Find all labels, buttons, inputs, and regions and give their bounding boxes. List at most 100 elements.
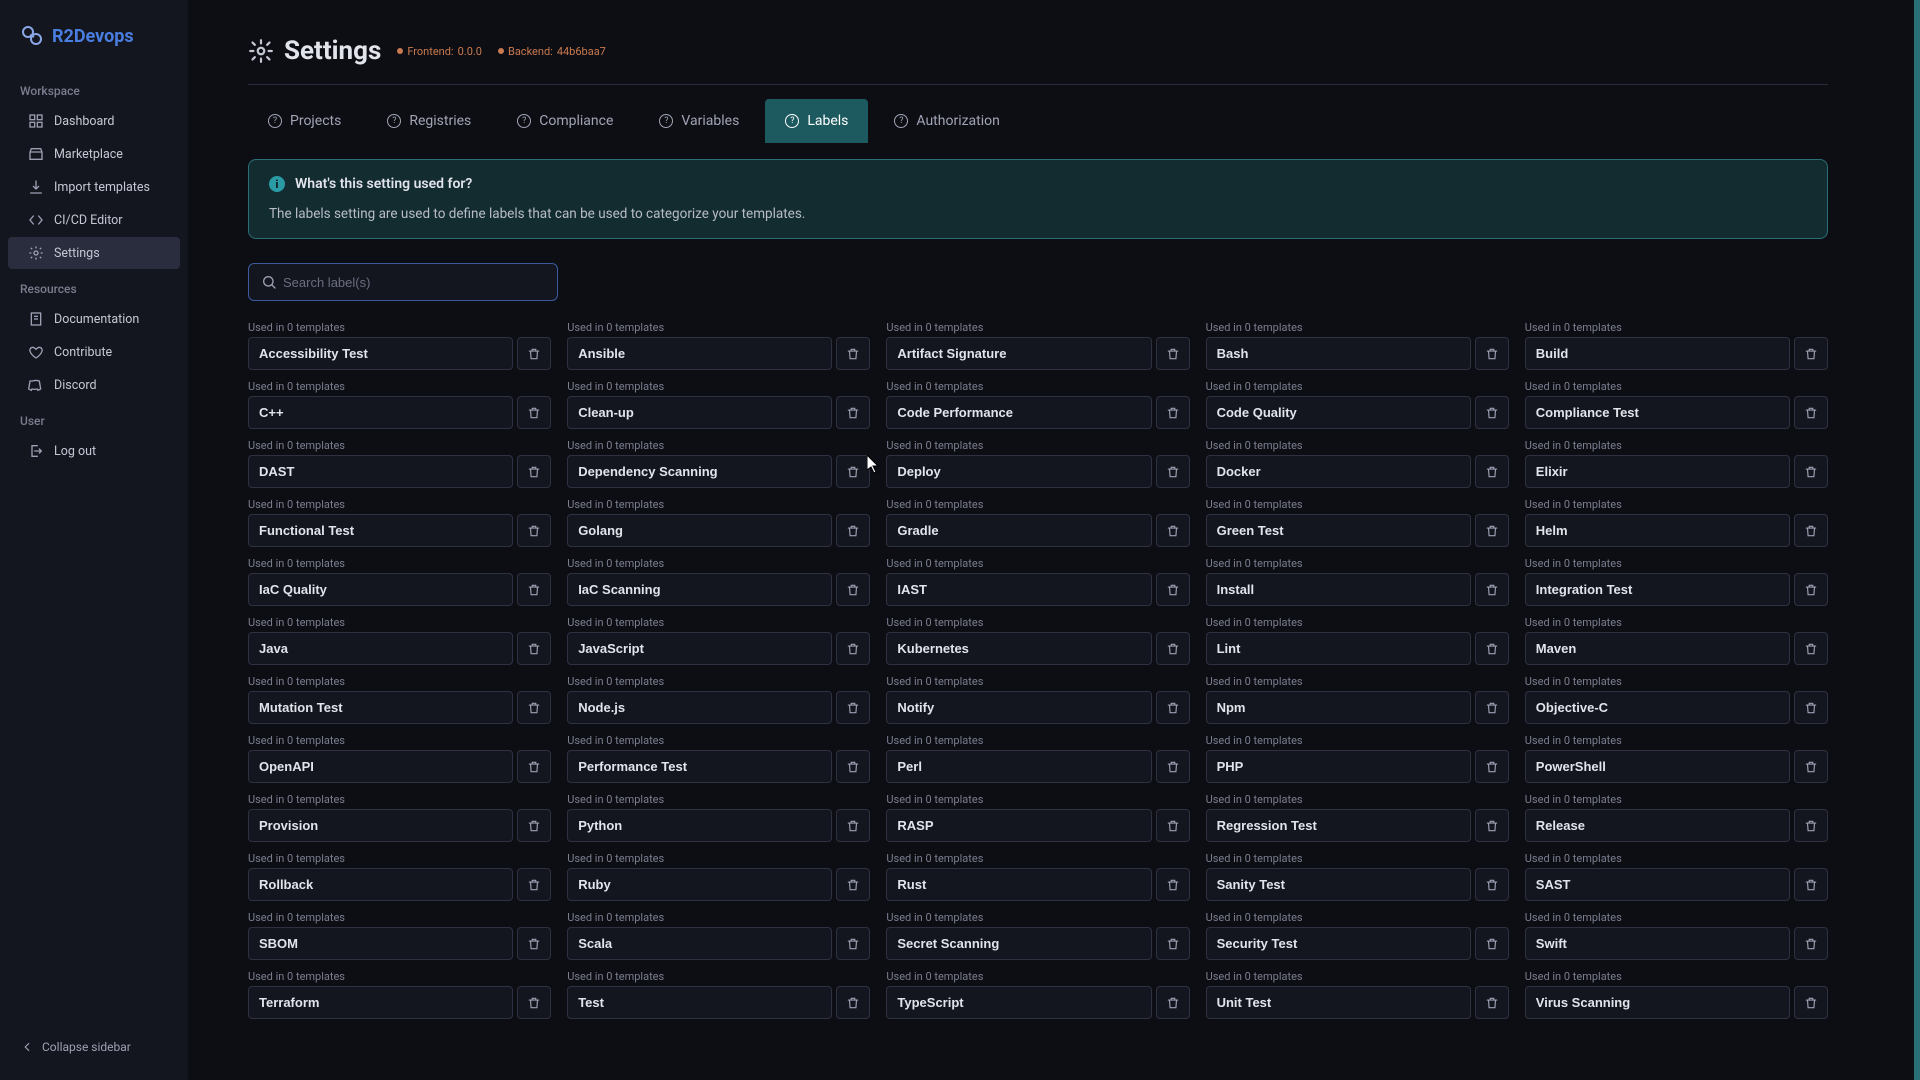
delete-label-button[interactable]: [517, 337, 551, 370]
label-input[interactable]: [886, 337, 1151, 370]
label-input[interactable]: [1525, 986, 1790, 1019]
delete-label-button[interactable]: [517, 691, 551, 724]
tab-projects[interactable]: ?Projects: [248, 99, 361, 143]
delete-label-button[interactable]: [1475, 632, 1509, 665]
delete-label-button[interactable]: [1156, 986, 1190, 1019]
label-input[interactable]: [248, 986, 513, 1019]
label-input[interactable]: [1206, 455, 1471, 488]
label-input[interactable]: [248, 337, 513, 370]
label-input[interactable]: [1206, 986, 1471, 1019]
delete-label-button[interactable]: [1794, 750, 1828, 783]
label-input[interactable]: [1206, 396, 1471, 429]
delete-label-button[interactable]: [1794, 691, 1828, 724]
delete-label-button[interactable]: [836, 455, 870, 488]
delete-label-button[interactable]: [1475, 396, 1509, 429]
label-input[interactable]: [248, 632, 513, 665]
label-input[interactable]: [248, 573, 513, 606]
label-input[interactable]: [1206, 750, 1471, 783]
label-input[interactable]: [567, 514, 832, 547]
delete-label-button[interactable]: [517, 809, 551, 842]
delete-label-button[interactable]: [836, 750, 870, 783]
label-input[interactable]: [886, 514, 1151, 547]
delete-label-button[interactable]: [1475, 514, 1509, 547]
label-input[interactable]: [567, 750, 832, 783]
label-input[interactable]: [1206, 337, 1471, 370]
delete-label-button[interactable]: [836, 868, 870, 901]
delete-label-button[interactable]: [1794, 809, 1828, 842]
delete-label-button[interactable]: [1794, 986, 1828, 1019]
label-input[interactable]: [886, 632, 1151, 665]
label-input[interactable]: [248, 514, 513, 547]
delete-label-button[interactable]: [517, 986, 551, 1019]
label-input[interactable]: [1525, 514, 1790, 547]
label-input[interactable]: [1525, 927, 1790, 960]
delete-label-button[interactable]: [1794, 573, 1828, 606]
delete-label-button[interactable]: [1794, 337, 1828, 370]
label-input[interactable]: [248, 691, 513, 724]
delete-label-button[interactable]: [836, 396, 870, 429]
label-input[interactable]: [886, 455, 1151, 488]
label-input[interactable]: [1206, 573, 1471, 606]
label-input[interactable]: [567, 927, 832, 960]
sidebar-item-log-out[interactable]: Log out: [8, 435, 180, 467]
label-input[interactable]: [1206, 632, 1471, 665]
label-input[interactable]: [248, 396, 513, 429]
label-input[interactable]: [248, 868, 513, 901]
delete-label-button[interactable]: [1475, 691, 1509, 724]
delete-label-button[interactable]: [1794, 455, 1828, 488]
delete-label-button[interactable]: [1156, 750, 1190, 783]
sidebar-item-ci-cd-editor[interactable]: CI/CD Editor: [8, 204, 180, 236]
label-input[interactable]: [567, 632, 832, 665]
label-input[interactable]: [886, 396, 1151, 429]
tab-compliance[interactable]: ?Compliance: [497, 99, 633, 143]
tab-labels[interactable]: ?Labels: [765, 99, 868, 143]
label-input[interactable]: [567, 691, 832, 724]
label-input[interactable]: [567, 455, 832, 488]
delete-label-button[interactable]: [836, 927, 870, 960]
delete-label-button[interactable]: [517, 573, 551, 606]
label-input[interactable]: [1206, 927, 1471, 960]
delete-label-button[interactable]: [517, 455, 551, 488]
delete-label-button[interactable]: [1794, 632, 1828, 665]
label-input[interactable]: [248, 927, 513, 960]
tab-variables[interactable]: ?Variables: [639, 99, 759, 143]
label-input[interactable]: [1525, 337, 1790, 370]
delete-label-button[interactable]: [517, 750, 551, 783]
label-input[interactable]: [248, 750, 513, 783]
delete-label-button[interactable]: [1475, 986, 1509, 1019]
label-input[interactable]: [567, 986, 832, 1019]
delete-label-button[interactable]: [1794, 396, 1828, 429]
delete-label-button[interactable]: [1794, 514, 1828, 547]
label-input[interactable]: [886, 573, 1151, 606]
delete-label-button[interactable]: [1794, 927, 1828, 960]
delete-label-button[interactable]: [1794, 868, 1828, 901]
delete-label-button[interactable]: [836, 337, 870, 370]
delete-label-button[interactable]: [517, 396, 551, 429]
delete-label-button[interactable]: [1475, 809, 1509, 842]
delete-label-button[interactable]: [517, 632, 551, 665]
logo[interactable]: R2Devops: [0, 16, 188, 72]
search-input[interactable]: [283, 275, 545, 290]
label-input[interactable]: [886, 868, 1151, 901]
label-input[interactable]: [886, 986, 1151, 1019]
label-input[interactable]: [1206, 514, 1471, 547]
delete-label-button[interactable]: [1156, 455, 1190, 488]
delete-label-button[interactable]: [1475, 455, 1509, 488]
label-input[interactable]: [248, 809, 513, 842]
label-input[interactable]: [1525, 691, 1790, 724]
delete-label-button[interactable]: [836, 986, 870, 1019]
delete-label-button[interactable]: [836, 632, 870, 665]
delete-label-button[interactable]: [517, 868, 551, 901]
delete-label-button[interactable]: [836, 691, 870, 724]
delete-label-button[interactable]: [517, 514, 551, 547]
label-input[interactable]: [886, 927, 1151, 960]
label-input[interactable]: [886, 750, 1151, 783]
delete-label-button[interactable]: [836, 573, 870, 606]
label-input[interactable]: [886, 809, 1151, 842]
tab-registries[interactable]: ?Registries: [367, 99, 491, 143]
sidebar-item-import-templates[interactable]: Import templates: [8, 171, 180, 203]
label-input[interactable]: [1525, 809, 1790, 842]
delete-label-button[interactable]: [1475, 750, 1509, 783]
label-input[interactable]: [1525, 632, 1790, 665]
delete-label-button[interactable]: [1475, 337, 1509, 370]
